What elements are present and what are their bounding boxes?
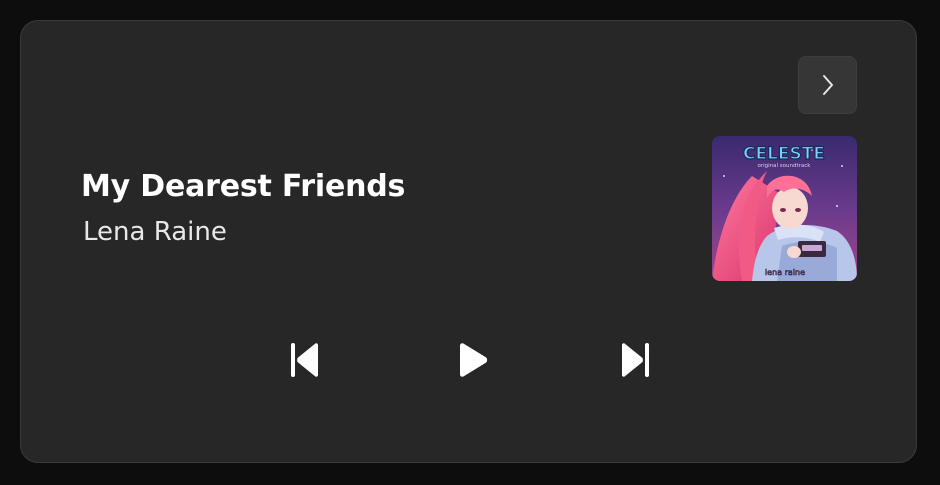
album-subtitle-text: original soundtrack: [758, 163, 812, 169]
album-caption-text: lena raine: [765, 268, 805, 277]
expand-button[interactable]: [798, 56, 857, 114]
track-title: My Dearest Friends: [81, 169, 406, 204]
album-art: CELESTE original soundtrack lena raine: [712, 136, 857, 281]
skip-previous-icon: [291, 343, 318, 377]
album-logo-text: CELESTE: [743, 144, 825, 164]
chevron-right-icon: [822, 75, 833, 95]
next-track-button[interactable]: [611, 336, 659, 384]
play-icon: [460, 343, 488, 377]
play-button[interactable]: [447, 336, 495, 384]
track-artist: Lena Raine: [83, 217, 227, 247]
skip-next-icon: [622, 343, 649, 377]
media-player-card: CELESTE original soundtrack lena raine M…: [20, 20, 917, 463]
album-art-image: CELESTE original soundtrack lena raine: [712, 136, 857, 281]
previous-track-button[interactable]: [281, 336, 329, 384]
